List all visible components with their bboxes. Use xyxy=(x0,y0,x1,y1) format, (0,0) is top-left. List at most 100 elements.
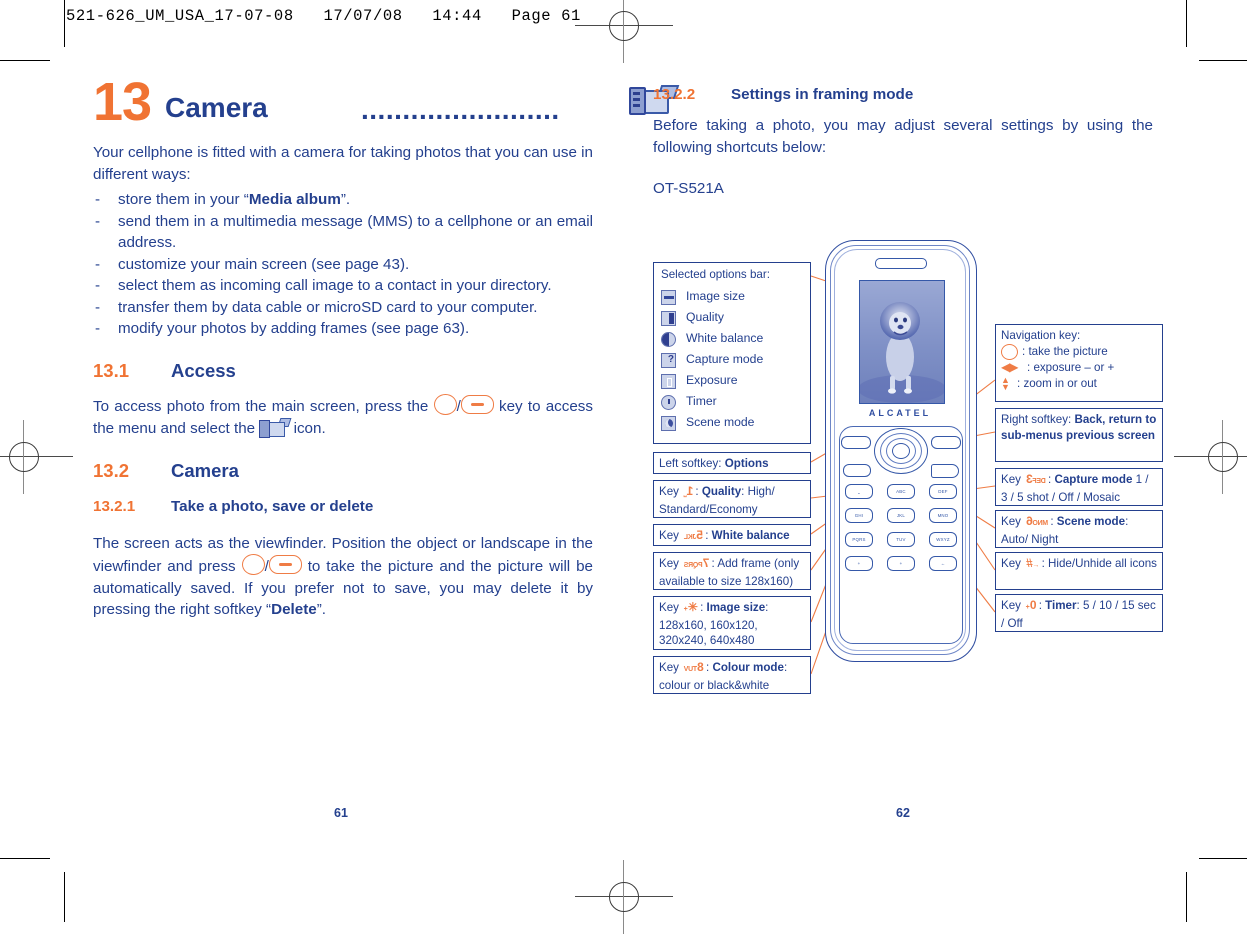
right-softkey-button[interactable] xyxy=(931,436,961,449)
phone-key[interactable]: + xyxy=(887,556,915,571)
phone-key[interactable]: MNO xyxy=(929,508,957,523)
option-label: Exposure xyxy=(686,373,738,388)
callout-prefix: Key xyxy=(659,601,683,614)
key-glyph-hash: ←# xyxy=(1026,556,1040,570)
phone-key[interactable]: WXYZ xyxy=(929,532,957,547)
callout-bold: Capture mode xyxy=(1054,473,1133,486)
features-list: - store them in your “Media album”. - send… xyxy=(93,189,593,340)
phone-key[interactable]: DEF xyxy=(929,484,957,499)
nav-row-text: : take the picture xyxy=(1022,344,1108,358)
left-softkey-callout: Left softkey: Options xyxy=(653,452,811,474)
callout-prefix: Key xyxy=(1001,557,1025,570)
phone-key[interactable]: ⎵ xyxy=(845,484,873,499)
option-row: Quality xyxy=(661,308,805,329)
cropmark-bl-h xyxy=(0,858,50,859)
subsection-heading-settings: 13.2.2 Settings in framing mode xyxy=(653,86,1153,103)
option-row: Exposure xyxy=(661,371,805,392)
dash-bullet: - xyxy=(95,320,101,337)
phone-screen xyxy=(859,280,945,404)
registration-mark-right xyxy=(1174,420,1247,494)
phone-key[interactable]: PQRS xyxy=(845,532,873,547)
callout-bold: Timer xyxy=(1045,599,1077,612)
section-heading-access: 13.1 Access xyxy=(93,360,593,382)
key-7-add-frame-callout: Key 7PQRS: Add frame (only available to … xyxy=(653,552,811,590)
option-row: Timer xyxy=(661,392,805,413)
cropmark-tr-v xyxy=(1186,0,1187,47)
page-number-left: 61 xyxy=(334,806,348,820)
phone-key[interactable]: ABC xyxy=(887,484,915,499)
nav-row-text: : zoom in or out xyxy=(1017,376,1097,390)
chapter-number: 13 xyxy=(93,72,152,132)
callout-prefix: Key xyxy=(659,661,683,674)
take-text-4: ”. xyxy=(316,601,326,618)
key-hash-hide-icons-callout: Key ←#: Hide/Unhide all icons xyxy=(995,552,1163,590)
subsection-number: 13.2.1 xyxy=(93,497,136,515)
subsection-number: 13.2.2 xyxy=(653,86,696,103)
access-text-4: icon. xyxy=(293,420,326,437)
print-header: 521-626_UM_USA_17-07-08 17/07/08 14:44 P… xyxy=(66,7,581,25)
key-glyph-3: DEF3 xyxy=(1026,472,1046,486)
image-size-icon xyxy=(661,289,676,305)
phone-key[interactable]: GHI xyxy=(845,508,873,523)
nav-row: ◀▶: exposure – or + xyxy=(1001,360,1157,376)
subsection-title: Settings in framing mode xyxy=(731,86,914,103)
subsection-heading-take-photo: 13.2.1 Take a photo, save or delete xyxy=(93,498,593,515)
menu-key-icon xyxy=(268,555,302,574)
key-1-quality-callout: Key 1⎵: Quality: High/ Standard/Economy xyxy=(653,480,811,518)
section-title: Access xyxy=(171,359,236,381)
access-paragraph: To access photo from the main screen, pr… xyxy=(93,393,593,440)
key-glyph-star: ✳+ xyxy=(684,600,699,614)
list-item: - modify your photos by adding frames (se… xyxy=(93,318,593,340)
camcorder-icon-inline xyxy=(259,417,292,439)
registration-mark-left xyxy=(0,420,73,494)
callout-bold: Scene mode xyxy=(1056,515,1126,528)
capture-mode-icon xyxy=(661,352,676,368)
option-row: White balance xyxy=(661,329,805,350)
option-label: Scene mode xyxy=(686,415,755,430)
list-item-text: transfer them by data cable or microSD c… xyxy=(118,298,538,316)
callout-prefix: Left softkey: xyxy=(659,457,725,470)
cropmark-tl-h xyxy=(0,60,50,61)
option-label: Quality xyxy=(686,310,724,325)
list-item: - send them in a multimedia message (MMS)… xyxy=(93,211,593,254)
dash-bullet: - xyxy=(95,191,101,208)
end-call-button[interactable] xyxy=(931,464,959,478)
key-glyph-0: 0+ xyxy=(1026,598,1037,612)
ok-key-icon xyxy=(433,393,457,415)
key-3-capture-mode-callout: Key DEF3: Capture mode 1 / 3 / 5 shot / … xyxy=(995,468,1163,506)
option-label: Capture mode xyxy=(686,352,764,367)
left-softkey-button[interactable] xyxy=(841,436,871,449)
subsection-title: Take a photo, save or delete xyxy=(171,497,374,515)
dash-bullet: - xyxy=(95,255,101,273)
cropmark-br-v xyxy=(1186,872,1187,922)
intro-paragraph: Your cellphone is fitted with a camera f… xyxy=(93,144,593,183)
navigation-ok-button[interactable] xyxy=(892,443,910,459)
phone-key[interactable]: JKL xyxy=(887,508,915,523)
settings-intro-paragraph: Before taking a photo, you may adjust se… xyxy=(653,117,1153,156)
phone-brand-label: ALCATEL xyxy=(868,408,932,418)
callout-prefix: Key xyxy=(1001,599,1025,612)
list-item-bold: Media album xyxy=(248,191,341,208)
access-text-1: To access photo from the main screen, pr… xyxy=(93,397,429,415)
callout-bold: Options xyxy=(724,457,769,470)
list-item: - store them in your “Media album”. xyxy=(93,189,593,211)
callout-prefix: Right softkey: xyxy=(1001,413,1075,426)
list-item-text: customize your main screen (see page 43)… xyxy=(118,255,410,273)
cropmark-bl-v xyxy=(64,872,65,922)
right-page-column: 13.2.2 Settings in framing mode Before t… xyxy=(653,86,1153,204)
key-glyph-5: 5JKL xyxy=(684,528,704,542)
callout-prefix: Key xyxy=(659,557,683,570)
callout-prefix: Key xyxy=(1001,473,1025,486)
callout-suffix: : Hide/Unhide all icons xyxy=(1041,557,1157,570)
list-item-text: select them as incoming call image to a … xyxy=(118,277,552,294)
callout-prefix: Key xyxy=(659,529,683,542)
key-8-colour-mode-callout: Key 8TUV: Colour mode: colour or black&w… xyxy=(653,656,811,694)
phone-key[interactable]: + xyxy=(845,556,873,571)
call-button[interactable] xyxy=(843,464,871,477)
key-6-scene-mode-callout: Key MNO6: Scene mode: Auto/ Night xyxy=(995,510,1163,548)
phone-key[interactable]: TUV xyxy=(887,532,915,547)
list-item: - customize your main screen (see page 43… xyxy=(93,254,593,276)
phone-key[interactable]: ← xyxy=(929,556,957,571)
nav-row: ▲ ▼: zoom in or out xyxy=(1001,375,1157,392)
section-number: 13.1 xyxy=(93,359,130,381)
